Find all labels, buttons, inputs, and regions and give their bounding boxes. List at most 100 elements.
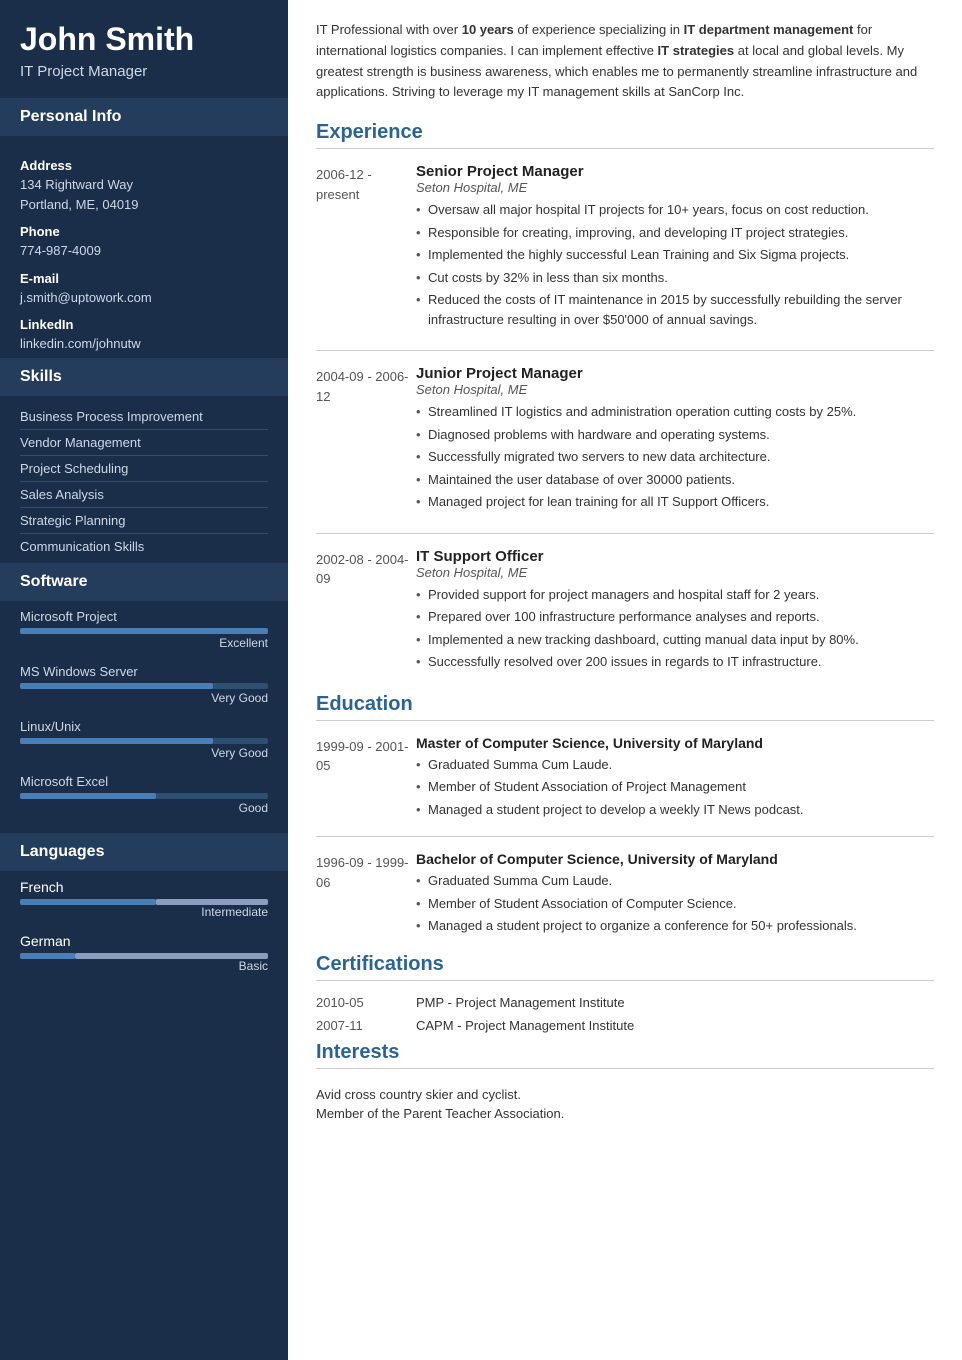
bar-fill (20, 793, 156, 799)
language-item: German Basic (20, 933, 268, 973)
software-name: MS Windows Server (20, 664, 268, 679)
software-item: MS Windows Server Very Good (20, 664, 268, 705)
experience-list: 2006-12 - present Senior Project Manager… (316, 163, 934, 675)
skills-list: Business Process ImprovementVendor Manag… (0, 396, 288, 563)
edu-bullet: Managed a student project to develop a w… (416, 800, 934, 820)
software-bar (20, 683, 268, 689)
phone-label: Phone (20, 224, 268, 239)
exp-bullet: Provided support for project managers an… (416, 585, 934, 605)
software-section: Microsoft Project Excellent MS Windows S… (0, 601, 288, 833)
cert-date: 2010-05 (316, 995, 416, 1010)
personal-info-content: Address 134 Rightward Way Portland, ME, … (0, 136, 288, 358)
interests-content: Avid cross country skier and cyclist.Mem… (316, 1083, 934, 1121)
exp-bullets: Provided support for project managers an… (416, 585, 934, 672)
software-name: Microsoft Project (20, 609, 268, 624)
exp-bullet: Managed project for lean training for al… (416, 492, 934, 512)
exp-bullet: Successfully resolved over 200 issues in… (416, 652, 934, 672)
education-list: 1999-09 - 2001-05 Master of Computer Sci… (316, 735, 934, 939)
cert-text: CAPM - Project Management Institute (416, 1018, 934, 1033)
exp-bullet: Reduced the costs of IT maintenance in 2… (416, 290, 934, 329)
exp-bullet: Cut costs by 32% in less than six months… (416, 268, 934, 288)
exp-bullet: Responsible for creating, improving, and… (416, 223, 934, 243)
software-level: Good (20, 801, 268, 815)
language-name: French (20, 879, 268, 895)
exp-date: 2004-09 - 2006-12 (316, 365, 416, 515)
summary-text: IT Professional with over 10 years of ex… (316, 20, 934, 103)
cert-date: 2007-11 (316, 1018, 416, 1033)
language-item: French Intermediate (20, 879, 268, 919)
cert-item: 2010-05 PMP - Project Management Institu… (316, 995, 934, 1010)
edu-bullet: Member of Student Association of Compute… (416, 894, 934, 914)
interests-section-title: Interests (316, 1041, 934, 1069)
skill-item: Business Process Improvement (20, 404, 268, 430)
bar-fill (20, 628, 268, 634)
linkedin-value: linkedin.com/johnutw (20, 334, 268, 354)
software-level: Excellent (20, 636, 268, 650)
interest-item: Avid cross country skier and cyclist. (316, 1087, 934, 1102)
personal-info-header: Personal Info (0, 98, 288, 136)
exp-bullet: Maintained the user database of over 300… (416, 470, 934, 490)
edu-date: 1996-09 - 1999-06 (316, 851, 416, 939)
sidebar: John Smith IT Project Manager Personal I… (0, 0, 288, 1360)
edu-bullet: Member of Student Association of Project… (416, 777, 934, 797)
lang-bar-remaining (156, 899, 268, 905)
exp-date: 2006-12 - present (316, 163, 416, 332)
exp-bullet: Prepared over 100 infrastructure perform… (416, 607, 934, 627)
software-bar (20, 793, 268, 799)
experience-item: 2006-12 - present Senior Project Manager… (316, 163, 934, 332)
certifications-list: 2010-05 PMP - Project Management Institu… (316, 995, 934, 1033)
phone-value: 774-987-4009 (20, 241, 268, 261)
education-item: 1999-09 - 2001-05 Master of Computer Sci… (316, 735, 934, 823)
exp-bullet: Implemented a new tracking dashboard, cu… (416, 630, 934, 650)
exp-job-title: Senior Project Manager (416, 163, 934, 180)
skill-item: Strategic Planning (20, 508, 268, 534)
exp-bullet: Oversaw all major hospital IT projects f… (416, 200, 934, 220)
software-header: Software (0, 563, 288, 601)
cert-text: PMP - Project Management Institute (416, 995, 934, 1010)
main-content: IT Professional with over 10 years of ex… (288, 0, 962, 1360)
software-level: Very Good (20, 691, 268, 705)
email-value: j.smith@uptowork.com (20, 288, 268, 308)
edu-degree: Bachelor of Computer Science, University… (416, 851, 934, 867)
skills-header: Skills (0, 358, 288, 396)
skill-item: Sales Analysis (20, 482, 268, 508)
experience-section-title: Experience (316, 121, 934, 149)
software-name: Linux/Unix (20, 719, 268, 734)
software-item: Microsoft Project Excellent (20, 609, 268, 650)
software-bar (20, 628, 268, 634)
cert-item: 2007-11 CAPM - Project Management Instit… (316, 1018, 934, 1033)
lang-bar-fill (20, 953, 75, 959)
exp-bullet: Successfully migrated two servers to new… (416, 447, 934, 467)
language-name: German (20, 933, 268, 949)
email-label: E-mail (20, 271, 268, 286)
software-item: Microsoft Excel Good (20, 774, 268, 815)
exp-job-title: IT Support Officer (416, 548, 934, 565)
address-line2: Portland, ME, 04019 (20, 195, 268, 215)
experience-item: 2002-08 - 2004-09 IT Support Officer Set… (316, 548, 934, 675)
experience-item: 2004-09 - 2006-12 Junior Project Manager… (316, 365, 934, 515)
software-name: Microsoft Excel (20, 774, 268, 789)
lang-bar-remaining (75, 953, 268, 959)
candidate-name: John Smith (20, 22, 268, 57)
edu-detail: Master of Computer Science, University o… (416, 735, 934, 823)
skill-item: Vendor Management (20, 430, 268, 456)
education-item: 1996-09 - 1999-06 Bachelor of Computer S… (316, 851, 934, 939)
exp-bullets: Oversaw all major hospital IT projects f… (416, 200, 934, 329)
edu-degree: Master of Computer Science, University o… (416, 735, 934, 751)
language-bar (20, 953, 268, 959)
edu-date: 1999-09 - 2001-05 (316, 735, 416, 823)
exp-date: 2002-08 - 2004-09 (316, 548, 416, 675)
exp-bullets: Streamlined IT logistics and administrat… (416, 402, 934, 512)
exp-bullet: Diagnosed problems with hardware and ope… (416, 425, 934, 445)
address-line1: 134 Rightward Way (20, 175, 268, 195)
education-section-title: Education (316, 693, 934, 721)
language-bar (20, 899, 268, 905)
language-level: Intermediate (20, 905, 268, 919)
exp-detail: Senior Project Manager Seton Hospital, M… (416, 163, 934, 332)
exp-company: Seton Hospital, ME (416, 382, 934, 397)
languages-header: Languages (0, 833, 288, 871)
exp-bullet: Implemented the highly successful Lean T… (416, 245, 934, 265)
software-bar (20, 738, 268, 744)
edu-detail: Bachelor of Computer Science, University… (416, 851, 934, 939)
software-item: Linux/Unix Very Good (20, 719, 268, 760)
